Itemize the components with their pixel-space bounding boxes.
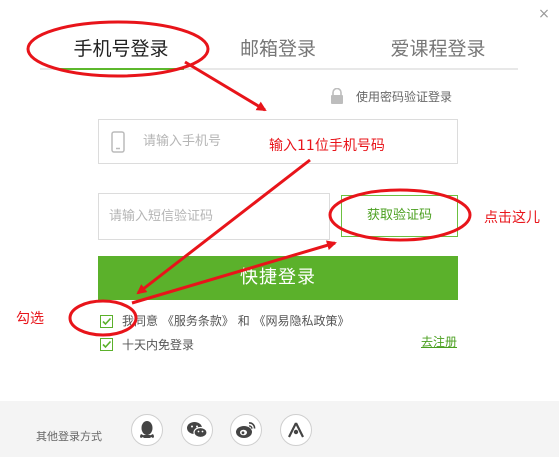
- remember-checkbox[interactable]: [100, 338, 113, 351]
- checkmark-icon: [102, 340, 112, 349]
- terms-link[interactable]: 《服务条款》: [162, 314, 234, 328]
- tab-phone-login[interactable]: 手机号登录: [58, 30, 184, 68]
- tab-icourse-login[interactable]: 爱课程登录: [380, 30, 496, 68]
- weibo-icon: [236, 422, 256, 438]
- privacy-link[interactable]: 《网易隐私政策》: [254, 314, 350, 328]
- qq-login-button[interactable]: [131, 414, 163, 446]
- tab-email-login[interactable]: 邮箱登录: [222, 30, 334, 68]
- remember-label: 十天内免登录: [122, 338, 195, 352]
- agree-conjunction: 和: [237, 314, 250, 328]
- checkmark-icon: [102, 317, 112, 326]
- agreement-text: 我同意 《服务条款》 和 《网易隐私政策》: [122, 312, 350, 330]
- password-login-label: 使用密码验证登录: [356, 89, 453, 104]
- agree-prefix: 我同意: [122, 314, 159, 328]
- wechat-icon: [187, 422, 208, 439]
- agree-checkbox[interactable]: [100, 315, 113, 328]
- qq-icon: [140, 421, 154, 438]
- phone-annotation: 输入11位手机号码: [269, 138, 385, 154]
- weibo-login-button[interactable]: [230, 414, 262, 446]
- get-code-button[interactable]: 获取验证码: [341, 195, 458, 237]
- password-login-link[interactable]: 使用密码验证登录: [330, 86, 452, 106]
- wechat-login-button[interactable]: [181, 414, 213, 446]
- aicourse-icon: [288, 422, 304, 438]
- mobile-phone-icon: [111, 131, 125, 153]
- register-link[interactable]: 去注册: [421, 333, 457, 350]
- quick-login-button[interactable]: 快捷登录: [98, 256, 458, 300]
- active-tab-indicator: [58, 68, 184, 70]
- other-login-label: 其他登录方式: [36, 430, 102, 443]
- sms-code-input[interactable]: [109, 194, 324, 239]
- check-annotation: 勾选: [16, 311, 44, 327]
- lock-icon: [331, 88, 343, 104]
- aicourse-login-button[interactable]: [280, 414, 312, 446]
- sms-code-field[interactable]: [98, 193, 330, 240]
- close-icon[interactable]: ×: [536, 6, 552, 22]
- click-annotation: 点击这儿: [484, 210, 540, 226]
